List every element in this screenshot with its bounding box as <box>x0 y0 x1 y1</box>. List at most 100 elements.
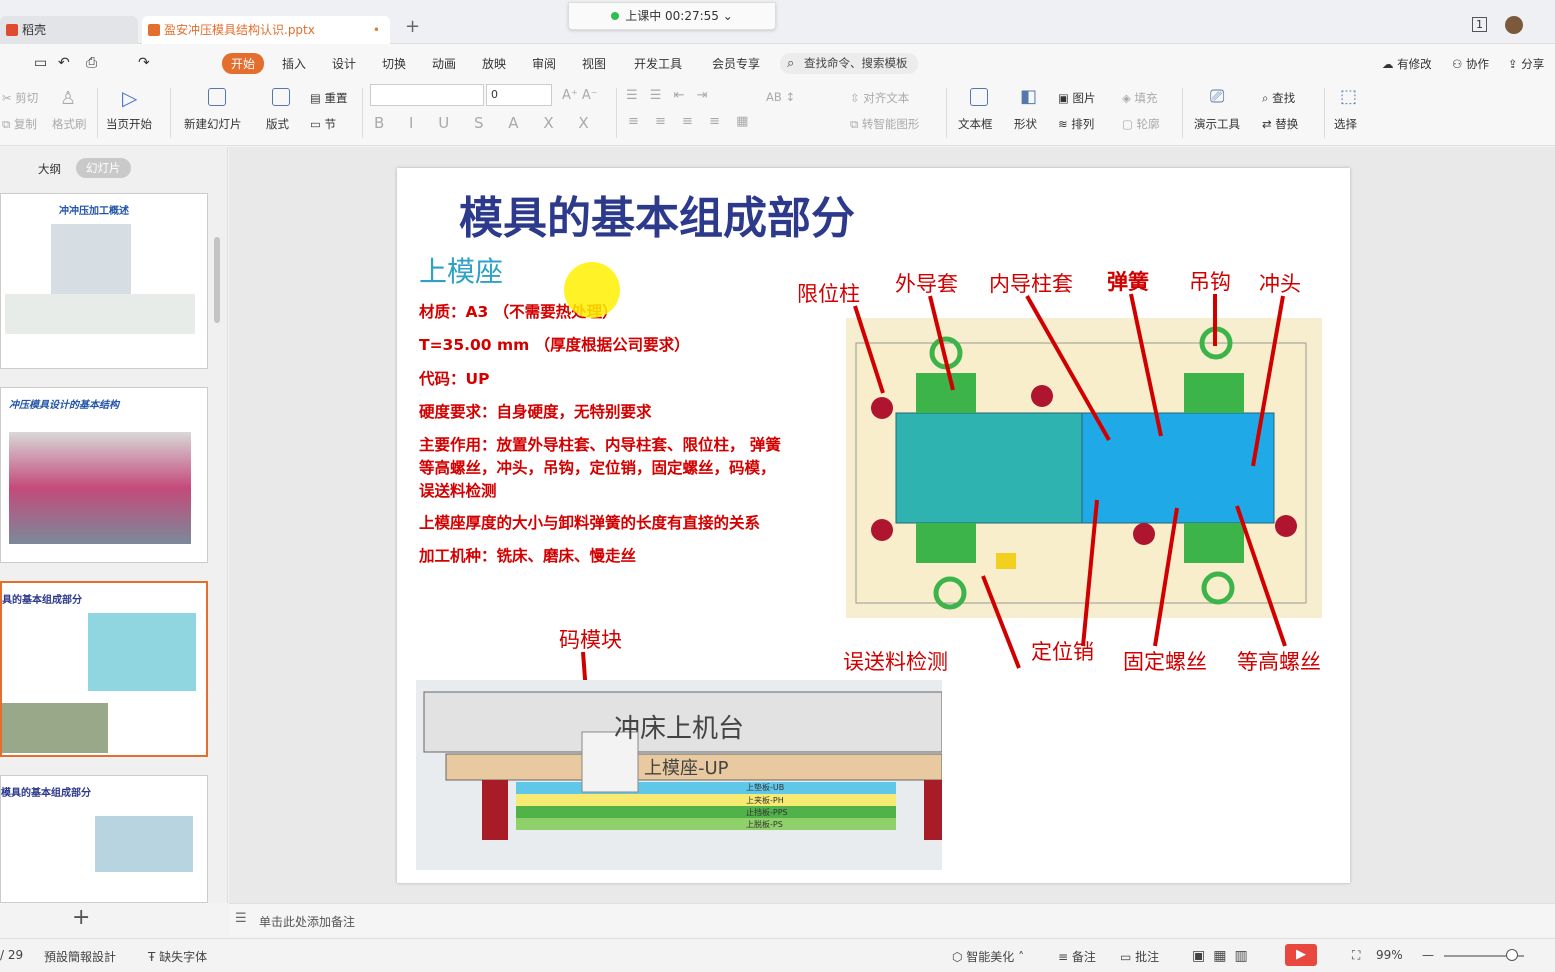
modified-dot[interactable]: • <box>373 16 380 44</box>
play-from-current-button[interactable]: 当页开始 <box>106 116 152 132</box>
missing-font-button[interactable]: Ŧ 缺失字体 <box>148 948 207 965</box>
reset-button[interactable]: ▤ 重置 <box>310 90 348 106</box>
select-button[interactable]: 选择 <box>1334 116 1357 132</box>
arrange-label: 排列 <box>1071 117 1095 131</box>
slide-thumbnail[interactable]: 模具的基本组成部分 <box>0 775 208 903</box>
menu-view[interactable]: 视图 <box>582 55 606 72</box>
new-slide-button[interactable]: 新建幻灯片 <box>184 116 242 132</box>
menu-developer[interactable]: 开发工具 <box>634 55 682 72</box>
add-slide-button[interactable]: + <box>72 905 90 930</box>
print-icon[interactable]: ⎙ <box>86 55 97 71</box>
text-box-button[interactable]: 文本框 <box>958 116 993 132</box>
notes-placeholder[interactable]: 单击此处添加备注 <box>259 913 355 930</box>
modified-button[interactable]: ☁ 有修改 <box>1382 56 1432 72</box>
thumbnail-scrollbar[interactable] <box>214 237 220 323</box>
outline-button[interactable]: ▢ 轮廓 <box>1122 116 1160 132</box>
class-timer: 上课中 00:27:55 ⌄ <box>568 2 776 30</box>
fill-label: 填充 <box>1134 91 1158 105</box>
ribbon-divider <box>1182 88 1183 138</box>
cut-label: 剪切 <box>15 91 39 105</box>
align-text-button[interactable]: ⇳ 对齐文本 <box>850 90 909 106</box>
menu-transition[interactable]: 切换 <box>382 55 406 72</box>
thumbnail-image <box>95 816 193 872</box>
live-dot-icon <box>611 12 620 20</box>
menu-slideshow[interactable]: 放映 <box>482 55 506 72</box>
collaborate-button[interactable]: ⚇ 协作 <box>1452 56 1489 72</box>
layout-button[interactable]: 版式 <box>266 116 289 132</box>
theme-name[interactable]: 預設簡報設計 <box>44 948 116 965</box>
view-mode-icons[interactable]: ▣▦▥ <box>1192 948 1256 964</box>
slide-thumbnail-active[interactable]: 具的基本组成部分 <box>0 581 208 757</box>
tab-document[interactable]: 盈安冲压模具结构认识.pptx • <box>142 16 390 44</box>
avatar[interactable] <box>1504 16 1523 34</box>
notes-icon: ☰ <box>235 911 247 926</box>
thumbnail-title: 模具的基本组成部分 <box>1 788 91 799</box>
font-family-select[interactable] <box>370 84 484 106</box>
fill-button[interactable]: ◈ 填充 <box>1122 90 1158 106</box>
command-search[interactable]: ⌕ 查找命令、搜索模板 <box>780 53 918 74</box>
menu-member[interactable]: 会员专享 <box>712 55 760 72</box>
slide-thumbnail-panel: 大纲 幻灯片 冲冲压加工概述 冲压模具设计的基本结构 具的基本组成部分 模具的基… <box>0 147 228 930</box>
font-size-select[interactable]: 0 <box>486 84 552 106</box>
tab-outline[interactable]: 大纲 <box>38 161 61 177</box>
text-direction-icon[interactable]: AB ↕ <box>766 90 795 104</box>
ribbon-divider <box>170 88 171 138</box>
new-tab-button[interactable]: + <box>405 16 420 37</box>
redo-icon[interactable]: ↷ <box>138 55 150 71</box>
tab-docer[interactable]: 稻壳 <box>0 16 138 44</box>
beautify-button[interactable]: ⬡ 智能美化 ˄ <box>952 948 1024 965</box>
modified-label: 有修改 <box>1397 57 1432 71</box>
window-controls: 1 <box>1472 16 1523 34</box>
convert-smartart-button[interactable]: ⧉ 转智能图形 <box>850 116 919 132</box>
text-format-icons[interactable]: B I U S A X X <box>374 114 599 132</box>
arrange-button[interactable]: ≋ 排列 <box>1058 116 1094 132</box>
new-slide-icon <box>208 88 226 106</box>
menu-start[interactable]: 开始 <box>222 53 265 74</box>
zoom-out-button[interactable]: — <box>1422 948 1434 962</box>
slide-thumbnail[interactable]: 冲冲压加工概述 <box>0 193 208 369</box>
mold-section-image[interactable]: 冲床上机台 上模座-UP 上垫板-UB 上夹板-PH 止挡板-PPS 上脱板-P… <box>416 680 943 870</box>
undo-icon[interactable]: ↶ <box>58 55 70 71</box>
menu-review[interactable]: 审阅 <box>532 55 556 72</box>
zoom-slider-handle[interactable] <box>1506 949 1518 961</box>
zoom-level[interactable]: 99% <box>1376 948 1403 962</box>
shapes-icon: ◧ <box>1020 86 1038 107</box>
presentation-tools-button[interactable]: 演示工具 <box>1194 116 1240 132</box>
save-icon[interactable]: ▭ <box>34 55 47 71</box>
slide-thumbnail[interactable]: 冲压模具设计的基本结构 <box>0 387 208 563</box>
slide[interactable]: 模具的基本组成部分 上模座 材质：A3 （不需要热处理） T=35.00 mm … <box>397 168 1350 883</box>
fit-icon[interactable]: ⛶ <box>1352 948 1360 963</box>
menu-bar: ▭ ↶ ⎙ ↷ 开始 插入 设计 切换 动画 放映 审阅 视图 开发工具 会员专… <box>0 44 1555 82</box>
format-painter-button[interactable]: 格式刷 <box>52 116 87 132</box>
section-label: 节 <box>324 117 337 131</box>
page-badge[interactable]: 1 <box>1472 17 1487 32</box>
picture-label: 图片 <box>1072 91 1096 105</box>
find-button[interactable]: ⌕ 查找 <box>1262 90 1295 106</box>
font-grow-icon[interactable]: A⁺ A⁻ <box>562 88 598 103</box>
cut-button[interactable]: ✂ 剪切 <box>2 90 38 106</box>
slideshow-play-button[interactable]: ▶ <box>1285 944 1317 966</box>
copy-button[interactable]: ⧉ 复制 <box>2 116 37 132</box>
notes-bar[interactable]: ☰ 单击此处添加备注 <box>229 903 1555 936</box>
align-icons[interactable]: ≡ ≡ ≡ ≡ ▦ <box>628 114 754 129</box>
menu-animation[interactable]: 动画 <box>432 55 456 72</box>
shapes-button[interactable]: 形状 <box>1014 116 1037 132</box>
section-button[interactable]: ▭ 节 <box>310 116 336 132</box>
status-bar: / 29 預設簡報設計 Ŧ 缺失字体 ⬡ 智能美化 ˄ ≡ 备注 ▭ 批注 ▣▦… <box>0 938 1555 972</box>
thumbnail-image <box>88 613 196 691</box>
comments-toggle[interactable]: ▭ 批注 <box>1120 948 1159 965</box>
replace-button[interactable]: ⇄ 替换 <box>1262 116 1298 132</box>
notes-toggle[interactable]: ≡ 备注 <box>1058 948 1096 965</box>
thumbnail-image <box>5 294 195 334</box>
convert-smartart-label: 转智能图形 <box>861 117 920 131</box>
ribbon-divider <box>946 88 947 138</box>
picture-button[interactable]: ▣ 图片 <box>1058 90 1096 106</box>
share-button[interactable]: ⇪ 分享 <box>1508 56 1544 72</box>
section-label-upper-die: 上模座-UP <box>644 758 729 779</box>
replace-label: 替换 <box>1275 117 1299 131</box>
list-icons[interactable]: ☰ ☰ ⇤ ⇥ <box>626 88 712 103</box>
menu-design[interactable]: 设计 <box>332 55 356 72</box>
collaborate-label: 协作 <box>1465 57 1489 71</box>
tab-slides[interactable]: 幻灯片 <box>76 158 131 178</box>
menu-insert[interactable]: 插入 <box>282 55 306 72</box>
